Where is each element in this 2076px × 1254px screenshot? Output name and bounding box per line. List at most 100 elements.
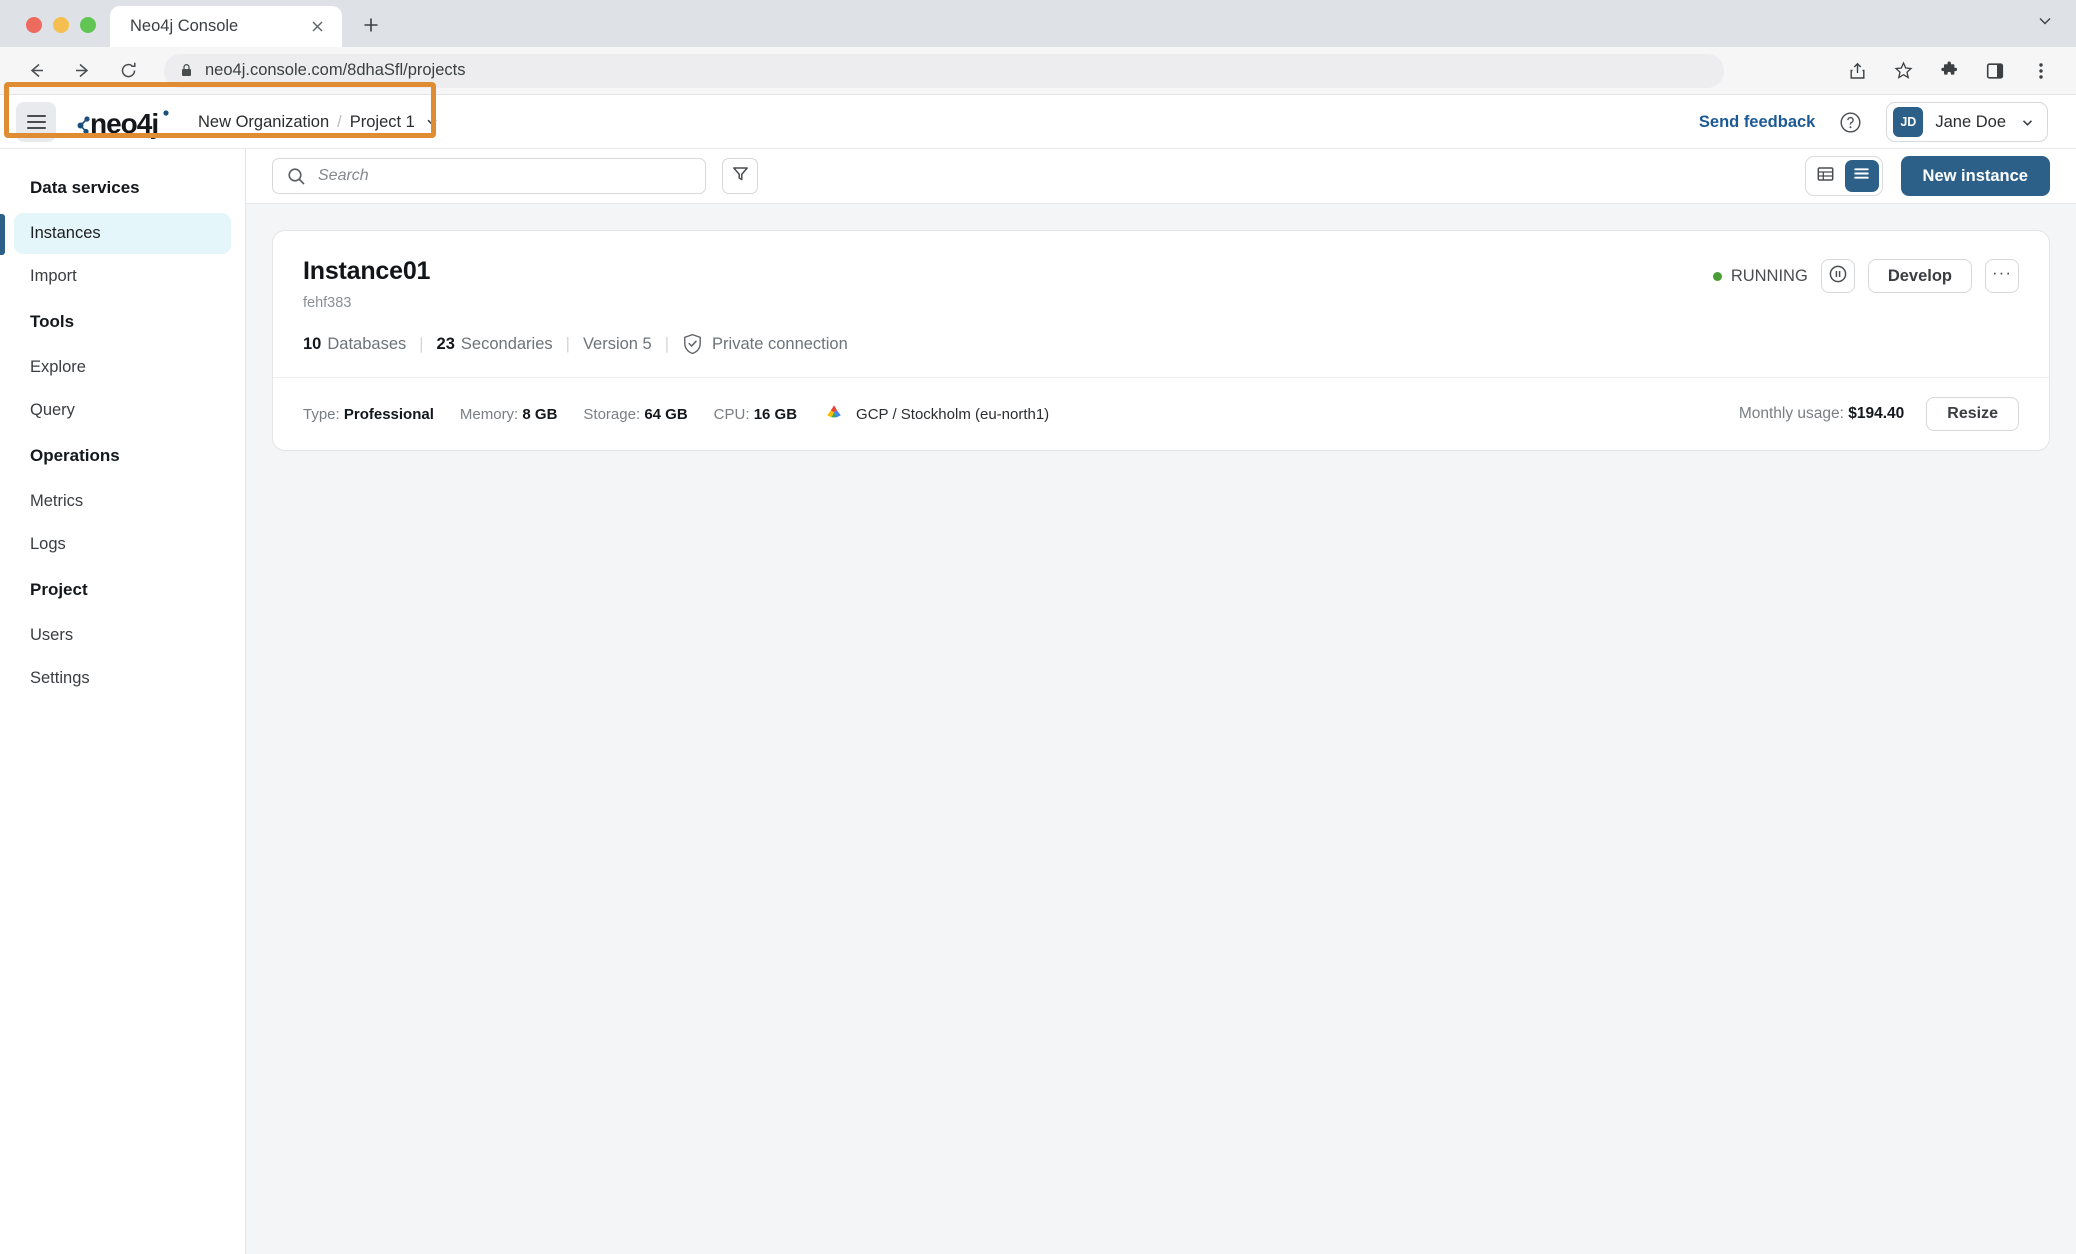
browser-tab-title: Neo4j Console (130, 17, 239, 35)
databases-label: Databases (327, 334, 407, 353)
content-toolbar: New instance (246, 149, 2076, 204)
sidebar-item-logs[interactable]: Logs (14, 524, 231, 565)
search-box[interactable] (272, 158, 706, 194)
sidebar-item-explore[interactable]: Explore (14, 347, 231, 388)
sidebar: Data services Instances Import Tools Exp… (0, 149, 246, 1254)
status-label: RUNNING (1730, 266, 1808, 285)
google-cloud-icon (823, 403, 845, 426)
address-bar[interactable]: neo4j.console.com/8dhaSfl/projects (164, 53, 1724, 88)
reload-icon[interactable] (110, 53, 146, 89)
shield-check-icon (682, 333, 703, 355)
window-minimize-button[interactable] (53, 17, 69, 33)
status-badge: RUNNING (1712, 266, 1808, 286)
spec-type-value: Professional (343, 405, 434, 423)
share-icon[interactable] (1840, 54, 1874, 88)
secondaries-count: 23 (436, 334, 455, 353)
sidebar-item-metrics[interactable]: Metrics (14, 481, 231, 522)
neo4j-logo[interactable]: neo4j (76, 105, 172, 139)
extensions-puzzle-icon[interactable] (1932, 54, 1966, 88)
sidebar-item-query[interactable]: Query (14, 390, 231, 431)
spec-storage-value: 64 GB (644, 405, 688, 423)
resize-button[interactable]: Resize (1926, 397, 2019, 431)
instance-more-menu-button[interactable]: ··· (1985, 259, 2019, 293)
user-menu-button[interactable]: JD Jane Doe (1886, 102, 2048, 142)
close-icon[interactable] (306, 16, 328, 38)
hamburger-line (26, 115, 46, 117)
instance-card-footer: Type: Professional Memory: 8 GB Storage:… (273, 378, 2049, 450)
view-toggle-group[interactable] (1804, 156, 1883, 196)
browser-tab[interactable]: Neo4j Console (110, 6, 342, 47)
ellipsis-icon: ··· (1992, 263, 2012, 282)
sidebar-item-users[interactable]: Users (14, 615, 231, 656)
spec-memory-label: Memory: (459, 405, 519, 423)
instance-id: fehf383 (303, 295, 352, 311)
sidebar-item-import[interactable]: Import (14, 256, 231, 297)
browser-tab-bar: Neo4j Console (0, 0, 2076, 47)
spec-memory: Memory: 8 GB (460, 406, 558, 423)
header-right: Send feedback JD Jane Doe (1699, 102, 2076, 142)
sidebar-section-data-services: Data services (30, 178, 140, 197)
resize-label: Resize (1947, 405, 1998, 422)
databases-meta: 10 Databases (303, 335, 406, 354)
sidebar-item-label: Logs (30, 535, 66, 553)
sidebar-section-operations: Operations (30, 446, 120, 465)
toolbar-right: New instance (1804, 156, 2050, 196)
back-icon[interactable] (18, 53, 54, 89)
list-view-icon (1853, 166, 1870, 186)
browser-toolbar-icons (1840, 54, 2058, 88)
develop-button[interactable]: Develop (1867, 259, 1972, 293)
forward-icon[interactable] (64, 53, 100, 89)
spec-storage-label: Storage: (583, 405, 641, 423)
monthly-usage-value: $194.40 (1848, 405, 1905, 422)
instance-meta: 10 Databases | 23 Secondaries | Version … (303, 333, 2019, 355)
spec-type-label: Type: (303, 405, 340, 423)
window-maximize-button[interactable] (80, 17, 96, 33)
menu-hamburger-button[interactable] (16, 102, 56, 142)
pause-instance-button[interactable] (1820, 259, 1855, 293)
databases-count: 10 (303, 334, 322, 353)
tabbar-right-controls (2036, 12, 2076, 47)
instance-card[interactable]: Instance01 fehf383 10 Databases | 23 Sec… (272, 230, 2050, 451)
chevron-down-icon[interactable] (2036, 12, 2054, 35)
browser-menu-icon[interactable] (2024, 54, 2058, 88)
filter-funnel-icon (731, 164, 750, 188)
sidebar-item-label: Query (30, 401, 75, 419)
send-feedback-link[interactable]: Send feedback (1699, 113, 1815, 132)
window-close-button[interactable] (26, 17, 42, 33)
sidebar-item-label: Settings (30, 669, 90, 687)
meta-separator: | (419, 334, 424, 353)
new-tab-icon[interactable] (352, 6, 390, 44)
sidebar-item-settings[interactable]: Settings (14, 658, 231, 699)
view-toggle-table-button[interactable] (1809, 160, 1843, 192)
sidebar-item-instances[interactable]: Instances (0, 213, 231, 255)
breadcrumb-separator: / (337, 112, 342, 131)
address-bar-url: neo4j.console.com/8dhaSfl/projects (205, 61, 466, 79)
main-content: New instance Instance01 fehf383 10 Datab… (246, 149, 2076, 1254)
new-instance-button[interactable]: New instance (1900, 156, 2050, 196)
search-input[interactable] (318, 167, 691, 185)
version-meta: Version 5 (582, 334, 652, 353)
sidebar-item-label: Import (30, 267, 77, 285)
view-toggle-list-button[interactable] (1844, 160, 1879, 192)
user-name: Jane Doe (1935, 112, 2006, 131)
filter-button[interactable] (722, 158, 758, 194)
browser-toolbar: neo4j.console.com/8dhaSfl/projects (0, 47, 2076, 95)
cloud-region: GCP / Stockholm (eu-north1) (823, 403, 1049, 426)
sidebar-item-label: Users (30, 626, 74, 644)
help-circle-icon[interactable] (1839, 111, 1862, 134)
search-icon (287, 167, 306, 186)
pause-circle-icon (1828, 264, 1848, 289)
chevron-down-icon[interactable] (2020, 115, 2035, 130)
new-instance-label: New instance (1922, 166, 2028, 185)
breadcrumb-project[interactable]: Project 1 (350, 113, 415, 132)
hamburger-line (26, 127, 46, 129)
chevron-down-icon[interactable] (425, 115, 439, 129)
sidebar-section-project: Project (30, 580, 88, 599)
spec-cpu-label: CPU: (713, 405, 750, 423)
breadcrumb-organization[interactable]: New Organization (198, 113, 329, 132)
hamburger-line (26, 121, 46, 123)
sidebar-item-label: Instances (30, 224, 101, 242)
breadcrumb[interactable]: New Organization / Project 1 (198, 113, 439, 132)
sidepanel-icon[interactable] (1978, 54, 2012, 88)
bookmark-star-icon[interactable] (1886, 54, 1920, 88)
